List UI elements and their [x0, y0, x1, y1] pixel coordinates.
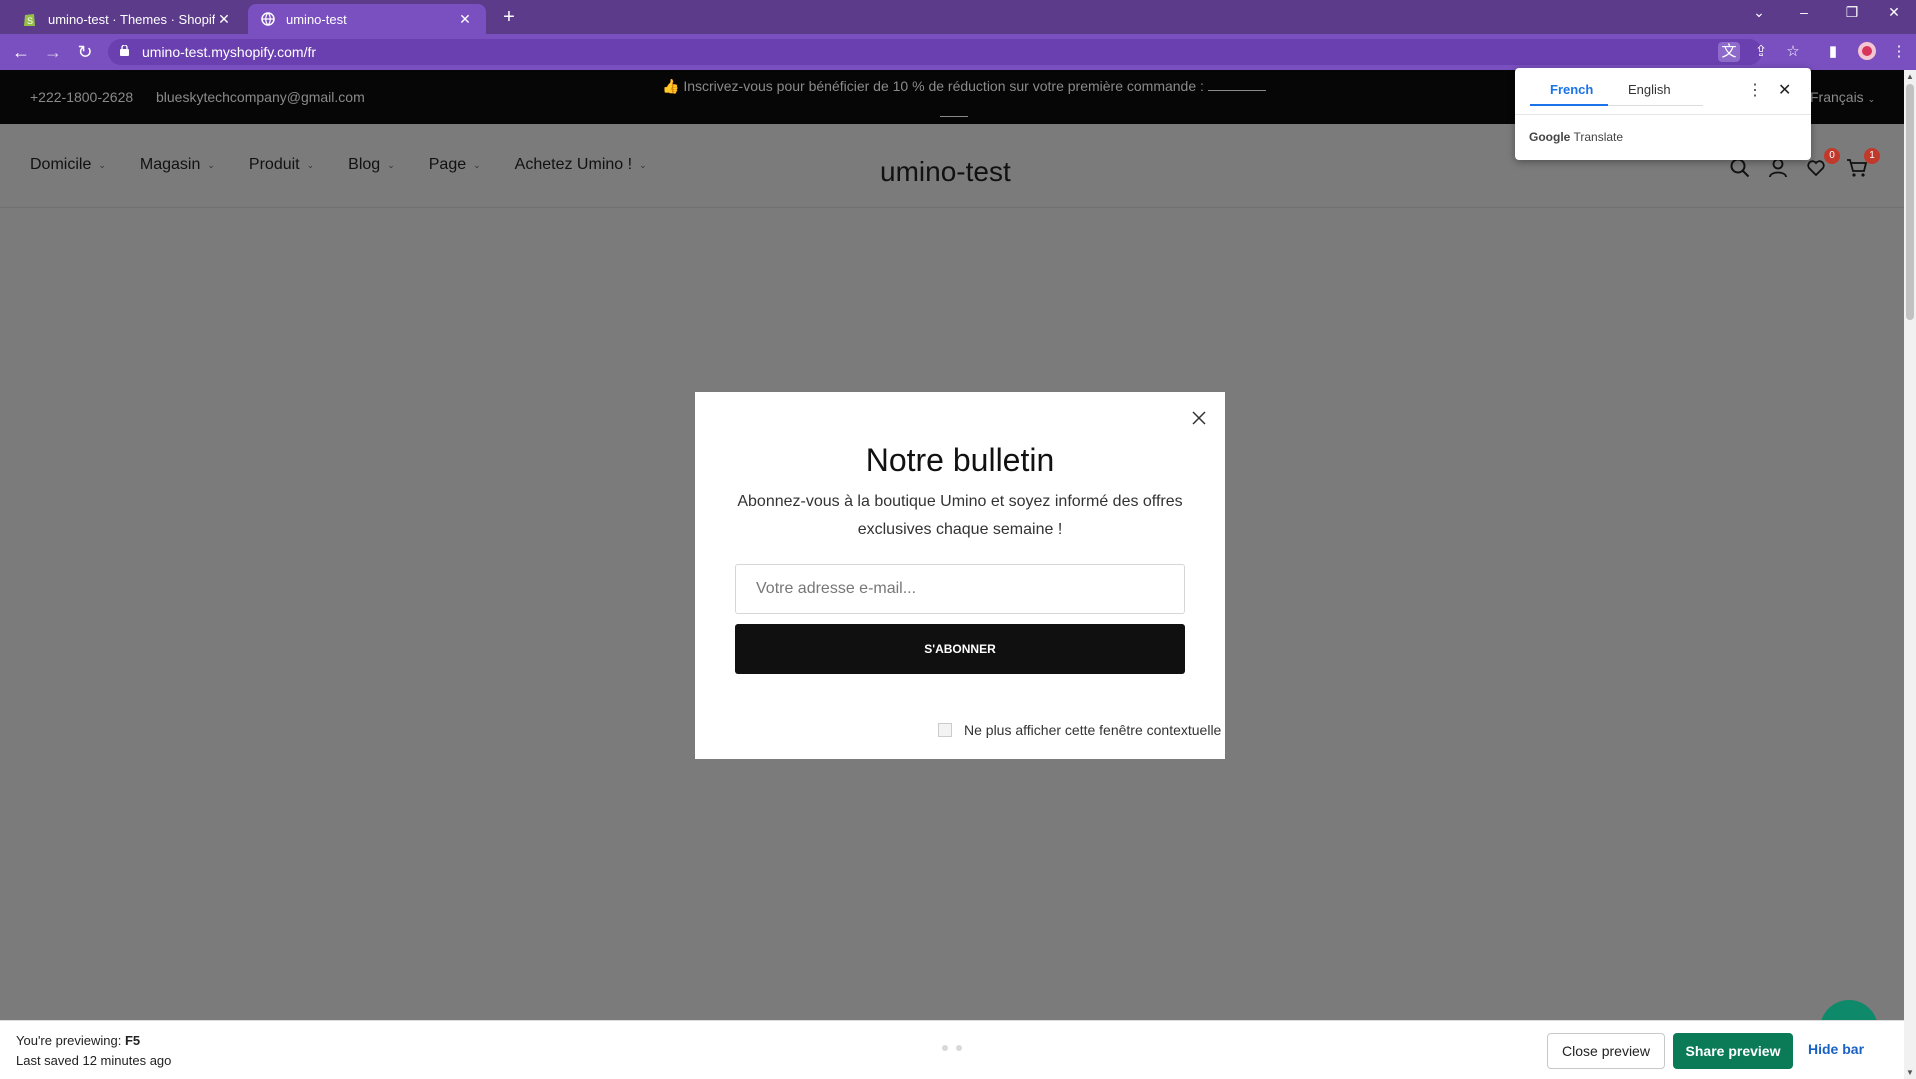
scroll-up-icon[interactable]: ▲ — [1906, 72, 1914, 81]
newsletter-description: Abonnez-vous à la boutique Umino et soye… — [737, 493, 1183, 538]
wishlist-heart-icon[interactable]: 0 — [1806, 148, 1840, 180]
scrollbar-thumb[interactable] — [1906, 84, 1914, 320]
active-tab-indicator — [1530, 104, 1608, 106]
close-window-icon[interactable]: ✕ — [1880, 4, 1908, 21]
hide-bar-link[interactable]: Hide bar — [1808, 1041, 1864, 1057]
url-field[interactable]: umino-test.myshopify.com/fr — [108, 39, 1762, 65]
chevron-down-icon: ⌄ — [639, 159, 647, 170]
cart-icon[interactable]: 1 — [1846, 148, 1880, 180]
browser-tab-bar: S umino-test · Themes · Shopify ✕ umino-… — [0, 0, 1916, 34]
previewing-info: You're previewing: F5 — [16, 1033, 140, 1048]
menu-item-label: Magasin — [139, 156, 201, 173]
promo-text: 👍 Inscrivez-vous pour bénéficier de 10 %… — [662, 78, 1204, 94]
close-icon[interactable]: ✕ — [1778, 80, 1791, 100]
language-label: Français — [1810, 89, 1864, 105]
chevron-down-icon: ⌄ — [306, 159, 315, 170]
chevron-down-icon: ⌄ — [98, 159, 106, 170]
promo-message[interactable]: 👍 Inscrivez-vous pour bénéficier de 10 %… — [662, 78, 1266, 95]
account-icon[interactable] — [1768, 158, 1790, 180]
divider — [1515, 114, 1811, 115]
new-tab-button[interactable]: + — [498, 6, 520, 29]
previewing-label: You're previewing: — [16, 1033, 122, 1048]
google-translate-brand: Google Translate — [1529, 130, 1623, 144]
dont-show-again-option[interactable]: Ne plus afficher cette fenêtre contextue… — [938, 722, 1221, 738]
site-logo[interactable]: umino-test — [880, 156, 1011, 188]
profile-avatar-icon[interactable] — [1856, 42, 1878, 62]
search-icon[interactable] — [1730, 158, 1752, 180]
translate-page-icon[interactable]: 文 — [1718, 42, 1740, 62]
reload-icon[interactable]: ↻ — [74, 42, 96, 62]
back-icon[interactable]: ← — [10, 42, 32, 62]
tab-search-icon[interactable]: ⌄ — [1745, 4, 1773, 21]
menu-item-label: Blog — [348, 156, 381, 173]
address-bar-row: ← → ↻ umino-test.myshopify.com/fr 文 ⇪ ☆ … — [0, 34, 1916, 70]
email-field[interactable] — [735, 564, 1185, 614]
newsletter-popup: Notre bulletin Abonnez-vous à la boutiqu… — [695, 392, 1225, 759]
tab-title: umino-test · Themes · Shopify — [48, 11, 215, 27]
last-saved: Last saved 12 minutes ago — [16, 1053, 172, 1068]
dont-show-label: Ne plus afficher cette fenêtre contextue… — [964, 722, 1222, 738]
subscribe-button[interactable]: S'ABONNER — [735, 624, 1185, 674]
menu-item-blog[interactable]: Blog ⌄ — [348, 156, 395, 174]
browser-menu-icon[interactable]: ⋮ — [1888, 42, 1910, 62]
forward-icon[interactable]: → — [42, 42, 64, 62]
menu-item-label: Page — [428, 156, 467, 173]
menu-item-page[interactable]: Page ⌄ — [429, 156, 481, 174]
translate-wordmark: Translate — [1573, 130, 1624, 144]
chevron-down-icon: ⌄ — [387, 159, 395, 170]
tab-shopify-themes[interactable]: S umino-test · Themes · Shopify ✕ — [10, 4, 245, 34]
side-panel-icon[interactable]: ▮ — [1822, 42, 1844, 62]
close-icon[interactable] — [1191, 410, 1207, 426]
menu-item-achetez-umino[interactable]: Achetez Umino ! ⌄ — [515, 156, 647, 174]
language-selector[interactable]: Français ⌄ — [1810, 89, 1875, 105]
bookmark-star-icon[interactable]: ☆ — [1782, 42, 1804, 62]
close-tab-icon[interactable]: ✕ — [215, 11, 233, 28]
divider — [940, 116, 968, 117]
previewing-theme: F5 — [124, 1033, 141, 1048]
pagination-dots — [942, 1045, 970, 1051]
chevron-down-icon: ⌄ — [473, 159, 481, 170]
close-tab-icon[interactable]: ✕ — [456, 11, 474, 28]
tab-french[interactable]: French — [1550, 82, 1593, 97]
translate-popup: French English ⋮ ✕ Google Translate — [1515, 68, 1811, 160]
menu-item-produit[interactable]: Produit ⌄ — [249, 156, 314, 174]
tab-umino-test[interactable]: umino-test ✕ — [248, 4, 486, 34]
chevron-down-icon: ⌄ — [1867, 94, 1876, 104]
menu-item-label: Domicile — [30, 156, 92, 173]
newsletter-title: Notre bulletin — [865, 442, 1055, 478]
wishlist-count-badge: 0 — [1824, 148, 1840, 164]
shopify-icon: S — [22, 11, 38, 27]
close-preview-button[interactable]: Close preview — [1547, 1033, 1665, 1069]
preview-bar: You're previewing: F5 Last saved 12 minu… — [0, 1020, 1904, 1079]
share-icon[interactable]: ⇪ — [1750, 42, 1772, 62]
menu-item-label: Achetez Umino ! — [514, 156, 633, 173]
minimize-icon[interactable]: – — [1790, 4, 1818, 20]
dot[interactable] — [942, 1045, 948, 1051]
promo-link-underline — [1207, 90, 1266, 91]
tab-english[interactable]: English — [1628, 82, 1671, 97]
tab-title: umino-test — [286, 11, 347, 27]
lock-icon — [120, 45, 129, 56]
menu-item-magasin[interactable]: Magasin ⌄ — [140, 156, 215, 174]
cart-count-badge: 1 — [1864, 148, 1880, 164]
google-wordmark: Google — [1529, 130, 1571, 144]
chevron-down-icon: ⌄ — [207, 159, 215, 170]
more-options-icon[interactable]: ⋮ — [1747, 80, 1763, 100]
tab-divider — [1608, 105, 1703, 106]
svg-text:S: S — [27, 16, 33, 26]
globe-icon — [260, 11, 276, 27]
menu-item-label: Produit — [248, 156, 300, 173]
scroll-down-icon[interactable]: ▼ — [1906, 1068, 1914, 1077]
main-menu: Domicile ⌄ Magasin ⌄ Produit ⌄ Blog ⌄ Page ⌄ … — [30, 156, 681, 174]
url-text: umino-test.myshopify.com/fr — [142, 44, 317, 60]
dont-show-checkbox[interactable] — [938, 723, 952, 737]
page-scrollbar[interactable]: ▲ ▼ — [1904, 70, 1916, 1079]
restore-icon[interactable]: ❐ — [1838, 4, 1866, 21]
dot[interactable] — [956, 1045, 962, 1051]
menu-item-domicile[interactable]: Domicile ⌄ — [30, 156, 106, 174]
contact-phone[interactable]: +222-1800-2628 — [30, 89, 133, 105]
share-preview-button[interactable]: Share preview — [1673, 1033, 1793, 1069]
contact-email[interactable]: blueskytechcompany@gmail.com — [156, 89, 365, 105]
